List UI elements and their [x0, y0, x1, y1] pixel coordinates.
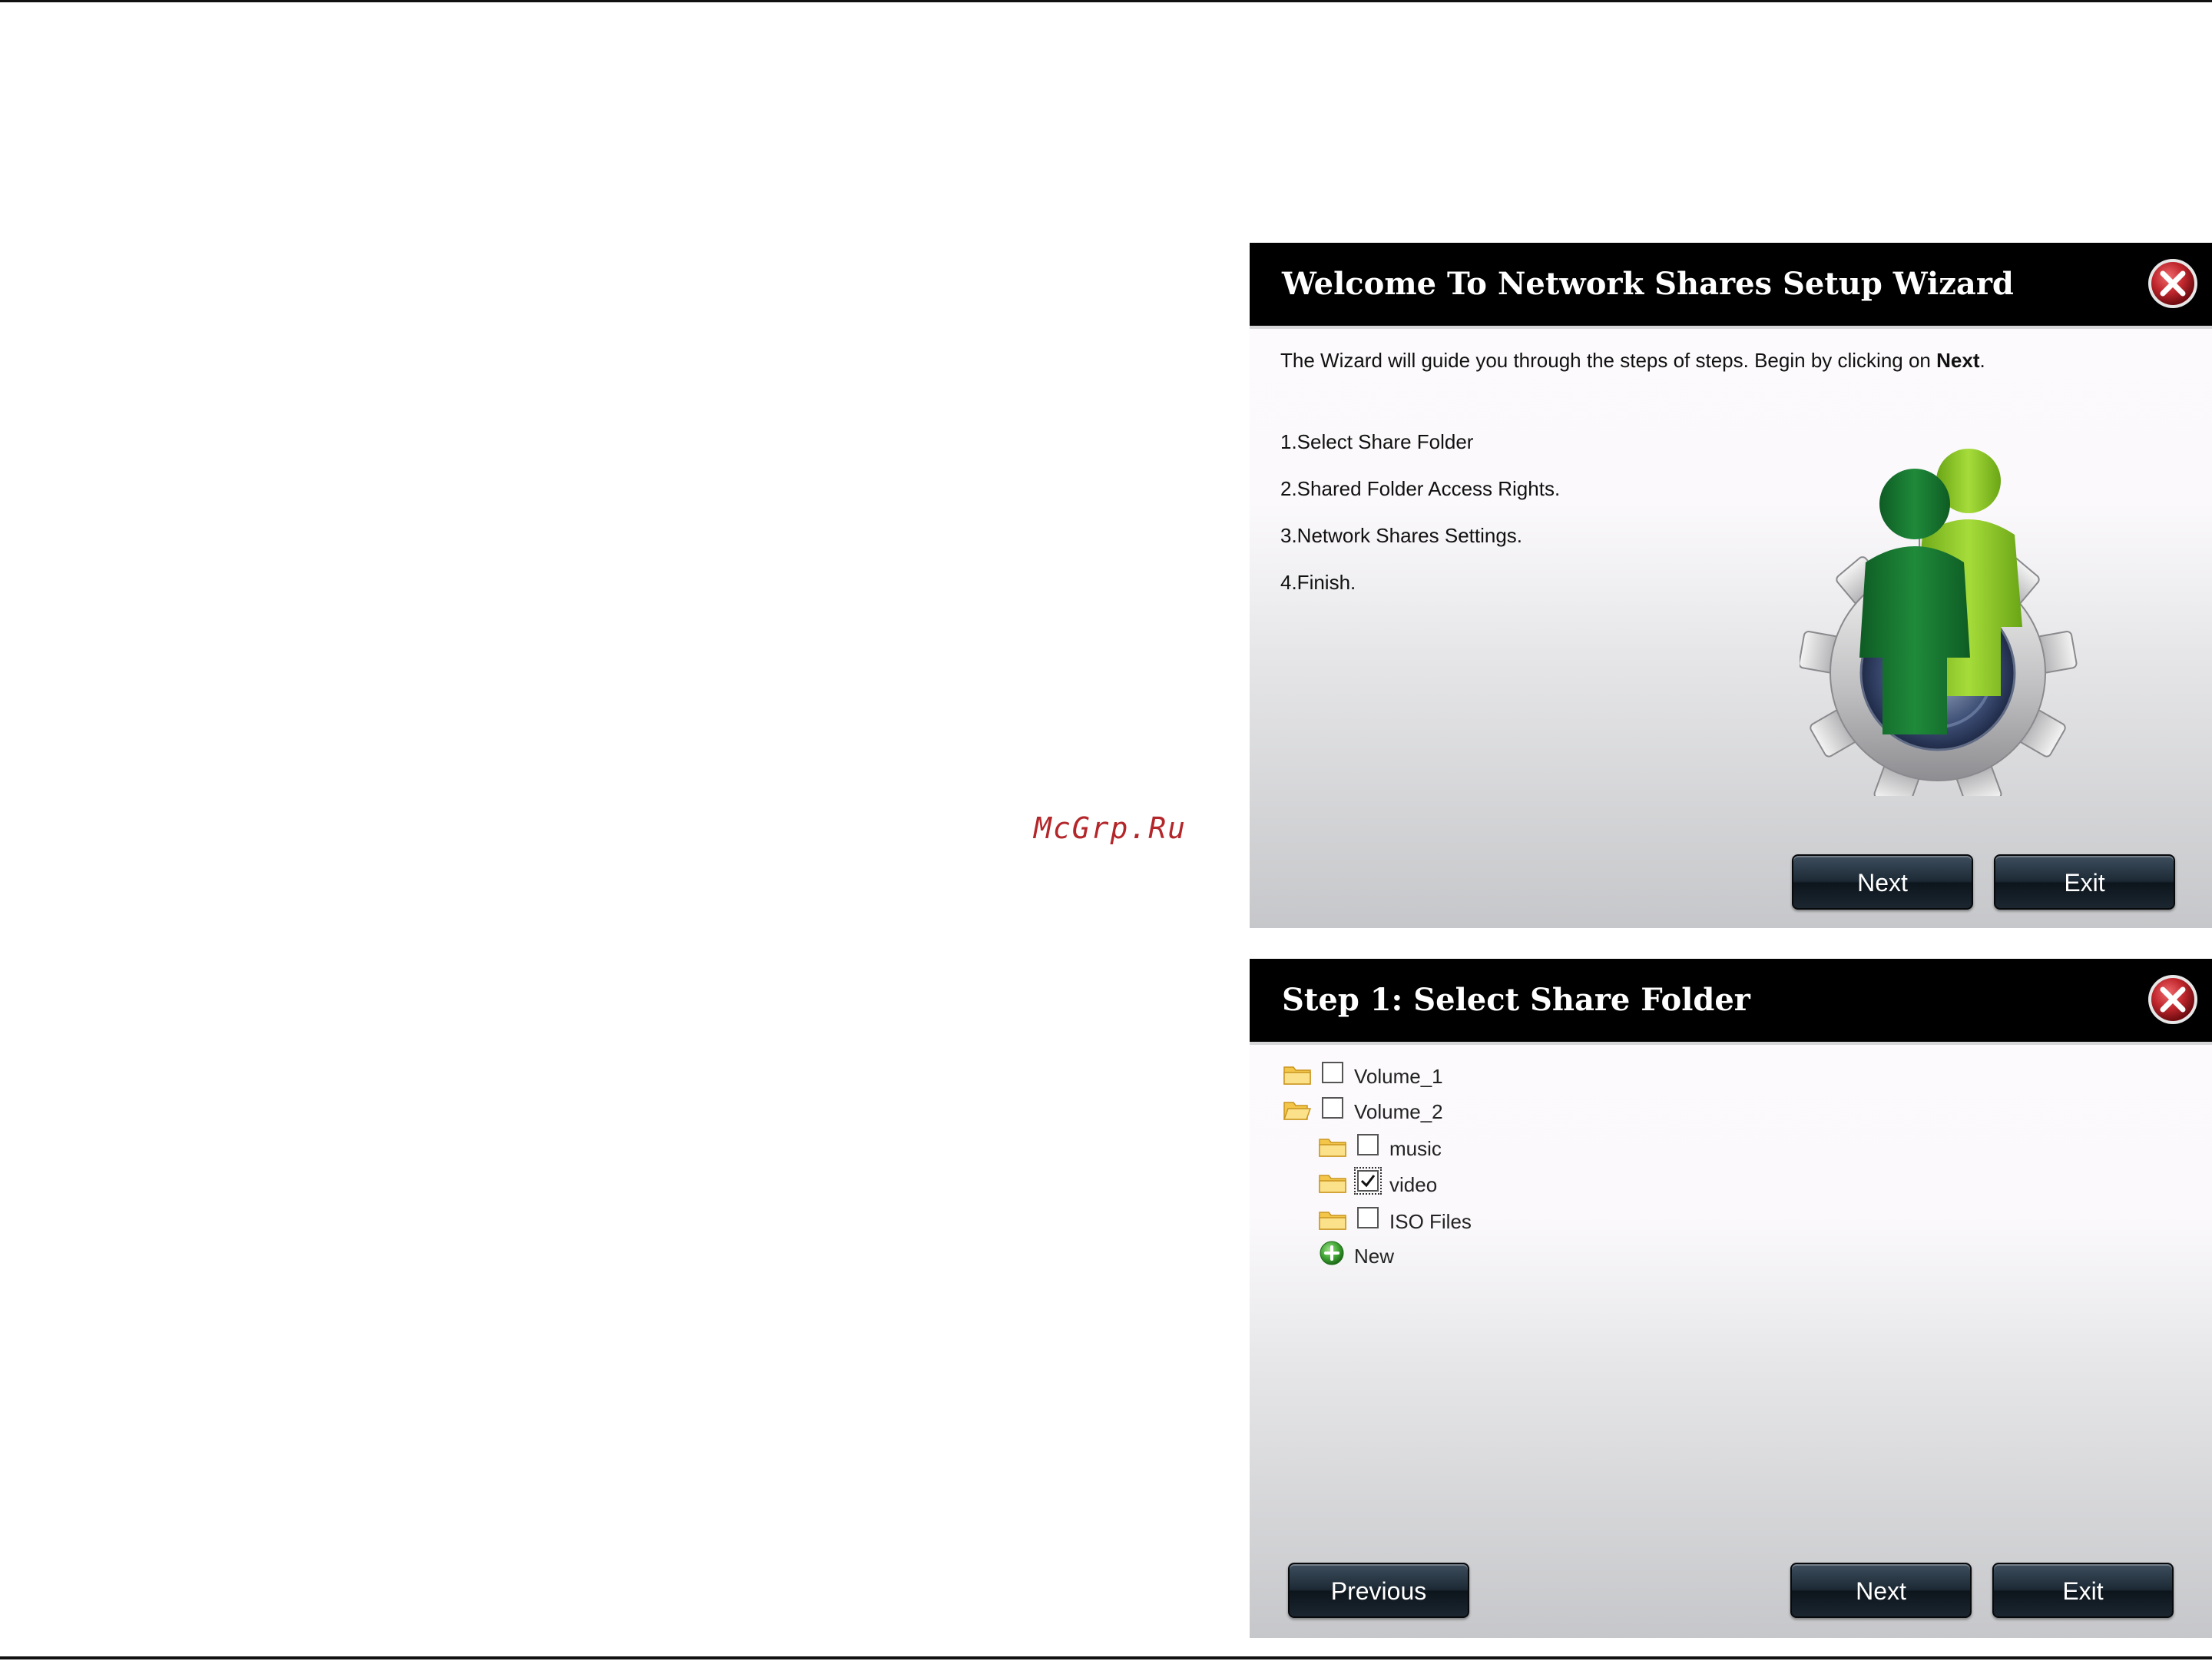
- watermark-text: McGrp.Ru: [1034, 811, 1187, 845]
- folder-icon: [1319, 1139, 1346, 1157]
- users-gear-icon: [1800, 449, 2078, 796]
- tree-label: Volume_1: [1354, 1065, 1443, 1088]
- next-button[interactable]: Next: [1792, 854, 1973, 910]
- close-icon[interactable]: [2146, 257, 2200, 310]
- wizard-steps-list: 1.Select Share Folder 2.Shared Folder Ac…: [1280, 430, 1560, 618]
- wizard-step-item: 1.Select Share Folder: [1280, 430, 1474, 453]
- checkbox-video[interactable]: [1354, 1167, 1382, 1195]
- step1-dialog-title: Step 1: Select Share Folder: [1282, 982, 1750, 1018]
- tree-label: video: [1389, 1173, 1438, 1196]
- close-icon[interactable]: [2146, 973, 2200, 1026]
- wizard-step-item: 3.Network Shares Settings.: [1280, 524, 1523, 547]
- exit-button[interactable]: Exit: [1992, 1563, 2174, 1618]
- checkbox-iso-files[interactable]: [1357, 1207, 1379, 1228]
- exit-button[interactable]: Exit: [1994, 854, 2175, 910]
- welcome-wizard-dialog: Welcome To Network Shares Setup Wizard T…: [1250, 243, 2212, 928]
- tree-label: music: [1389, 1137, 1442, 1160]
- intro-emphasis: Next: [1936, 349, 1980, 372]
- select-share-folder-dialog: Step 1: Select Share Folder Volume_1 Vol…: [1250, 959, 2212, 1638]
- open-folder-icon: [1283, 1102, 1311, 1120]
- previous-button[interactable]: Previous: [1288, 1563, 1469, 1618]
- folder-icon: [1319, 1175, 1346, 1193]
- welcome-dialog-title: Welcome To Network Shares Setup Wizard: [1282, 266, 2014, 302]
- page-top-rule: [0, 0, 2212, 2]
- new-folder-link[interactable]: New: [1354, 1245, 1394, 1268]
- tree-label: ISO Files: [1389, 1210, 1472, 1233]
- page-bottom-rule: [0, 1656, 2212, 1659]
- step1-dialog-titlebar: Step 1: Select Share Folder: [1250, 959, 2212, 1045]
- welcome-intro-text: The Wizard will guide you through the st…: [1280, 349, 1985, 372]
- checkbox-volume-2[interactable]: [1322, 1097, 1343, 1119]
- folder-icon: [1283, 1066, 1311, 1085]
- next-button[interactable]: Next: [1790, 1563, 1972, 1618]
- checkmark-icon: [1360, 1175, 1376, 1188]
- checkbox-volume-1[interactable]: [1322, 1062, 1343, 1083]
- welcome-dialog-titlebar: Welcome To Network Shares Setup Wizard: [1250, 243, 2212, 329]
- wizard-step-item: 2.Shared Folder Access Rights.: [1280, 477, 1561, 500]
- checkbox-music[interactable]: [1357, 1134, 1379, 1155]
- add-icon[interactable]: [1319, 1240, 1345, 1266]
- folder-icon: [1319, 1212, 1346, 1230]
- tree-label: Volume_2: [1354, 1100, 1443, 1123]
- wizard-step-item: 4.Finish.: [1280, 571, 1356, 594]
